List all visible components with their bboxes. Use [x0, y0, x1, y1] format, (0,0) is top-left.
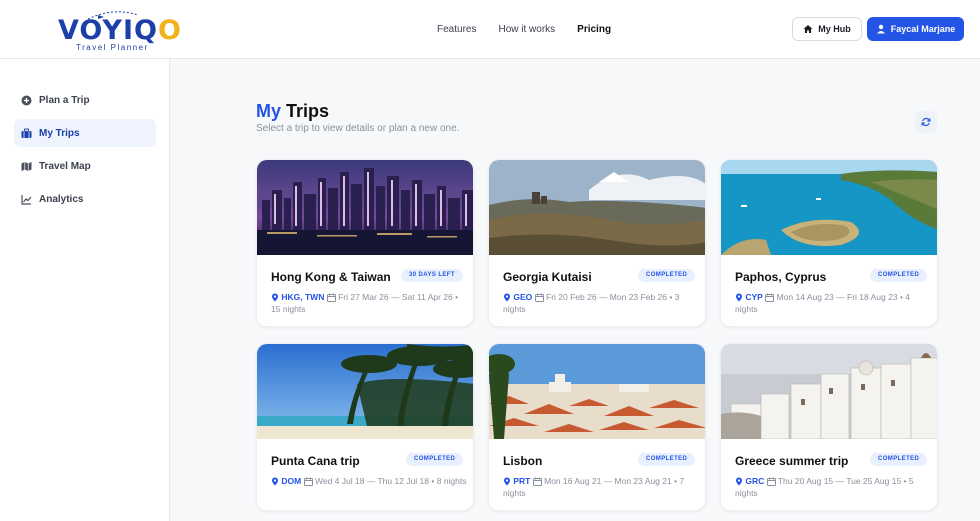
trip-card[interactable]: Lisbon COMPLETED PRT Mon 16 Aug 21 — Mon…: [488, 343, 706, 511]
trip-name: Hong Kong & Taiwan: [271, 270, 391, 284]
trip-dates: Fri 27 Mar 26 — Sat 11 Apr 26: [338, 292, 453, 302]
trip-name: Lisbon: [503, 454, 543, 468]
location-pin-icon: [504, 477, 510, 486]
trip-nights: nights: [503, 488, 526, 498]
trip-card[interactable]: Greece summer trip COMPLETED GRC Thu 20 …: [720, 343, 938, 511]
calendar-icon: [534, 293, 544, 302]
trip-meta: PRT Mon 16 Aug 21 — Mon 23 Aug 21 • 7 ni…: [503, 475, 699, 499]
top-nav: Features How it works Pricing: [437, 0, 633, 59]
my-hub-button[interactable]: My Hub: [792, 17, 862, 41]
trip-nights: nights: [503, 304, 526, 314]
nav-how-it-works[interactable]: How it works: [498, 24, 555, 35]
sidebar-item-my-trips[interactable]: My Trips: [14, 119, 156, 147]
trip-country-code: GRC: [745, 476, 765, 486]
trip-nights: nights: [735, 488, 758, 498]
location-pin-icon: [736, 477, 742, 486]
location-pin-icon: [504, 293, 510, 302]
page-title: My Trips: [256, 101, 330, 121]
trip-dates: Thu 20 Aug 15 — Tue 25 Aug 15 • 5: [777, 476, 914, 486]
calendar-icon: [303, 477, 313, 486]
calendar-icon: [765, 293, 775, 302]
sidebar-item-plan-trip[interactable]: Plan a Trip: [14, 86, 156, 114]
calendar-icon: [766, 477, 776, 486]
trip-card[interactable]: Paphos, Cyprus COMPLETED CYP Mon 14 Aug …: [720, 159, 938, 327]
trip-name: Georgia Kutaisi: [503, 270, 592, 284]
trip-name: Paphos, Cyprus: [735, 270, 827, 284]
page-subtitle: Select a trip to view details or plan a …: [256, 123, 460, 134]
brand-name-o: O: [157, 15, 182, 46]
brand-tagline: Travel Planner: [76, 43, 149, 52]
calendar-icon: [326, 293, 336, 302]
trip-card[interactable]: Punta Cana trip COMPLETED DOM Wed 4 Jul …: [256, 343, 474, 511]
brand-name: VOYIQ: [58, 15, 158, 46]
trip-meta: HKG, TWN Fri 27 Mar 26 — Sat 11 Apr 26 •…: [271, 291, 467, 315]
trip-meta: GRC Thu 20 Aug 15 — Tue 25 Aug 15 • 5 ni…: [735, 475, 931, 499]
trip-meta: CYP Mon 14 Aug 23 — Fri 18 Aug 23 • 4 ni…: [735, 291, 931, 315]
trip-card[interactable]: Hong Kong & Taiwan 30 DAYS LEFT HKG, TWN…: [256, 159, 474, 327]
sidebar-item-analytics[interactable]: Analytics: [14, 185, 156, 213]
map-icon: [21, 161, 32, 171]
trip-meta: DOM Wed 4 Jul 18 — Thu 12 Jul 18 • 8 nig…: [271, 475, 467, 487]
location-pin-icon: [272, 293, 278, 302]
plus-circle-icon: [21, 95, 32, 105]
top-bar: VOYIQO Travel Planner Features How it wo…: [0, 0, 980, 59]
trip-image-city-night: [257, 160, 473, 255]
main-content: My Trips Select a trip to view details o…: [171, 59, 980, 521]
trip-image-red-roof-city: [489, 344, 705, 439]
trip-country-code: HKG, TWN: [281, 292, 325, 302]
trip-image-coastal-bay: [721, 160, 937, 255]
trip-dates: Mon 16 Aug 21 — Mon 23 Aug 21 • 7: [544, 476, 685, 486]
trip-card[interactable]: Georgia Kutaisi COMPLETED GEO Fri 20 Feb…: [488, 159, 706, 327]
home-icon: [803, 25, 813, 33]
trip-meta: GEO Fri 20 Feb 26 — Mon 23 Feb 26 • 3 ni…: [503, 291, 699, 315]
refresh-icon: [921, 117, 931, 127]
trip-status-badge: COMPLETED: [870, 453, 928, 466]
trip-dates: Wed 4 Jul 18 — Thu 12 Jul 18 • 8: [314, 476, 442, 486]
trip-country-code: PRT: [513, 476, 531, 486]
location-pin-icon: [272, 477, 278, 486]
nav-features[interactable]: Features: [437, 24, 476, 35]
trip-dates: Mon 14 Aug 23 — Fri 18 Aug 23 • 4: [776, 292, 911, 302]
trip-status-badge: COMPLETED: [406, 453, 464, 466]
user-icon: [876, 24, 885, 34]
trip-status-badge: COMPLETED: [638, 269, 696, 282]
trip-country-code: DOM: [281, 476, 302, 486]
trip-nights: nights: [443, 476, 467, 486]
sidebar-item-travel-map[interactable]: Travel Map: [14, 152, 156, 180]
sidebar: Plan a Trip My Trips Travel Map Analytic…: [0, 59, 170, 521]
chart-line-icon: [21, 194, 32, 205]
trip-status-badge: 30 DAYS LEFT: [401, 269, 463, 282]
trip-country-code: CYP: [745, 292, 763, 302]
trip-dates: Fri 20 Feb 26 — Mon 23 Feb 26 • 3: [546, 292, 680, 302]
trip-image-palm-beach: [257, 344, 473, 439]
trip-name: Punta Cana trip: [271, 454, 360, 468]
brand-logo[interactable]: VOYIQO Travel Planner: [58, 9, 181, 53]
trip-name: Greece summer trip: [735, 454, 849, 468]
trip-image-mountain: [489, 160, 705, 255]
suitcase-icon: [21, 128, 32, 138]
trip-status-badge: COMPLETED: [638, 453, 696, 466]
trip-country-code: GEO: [513, 292, 533, 302]
trip-nights: nights: [735, 304, 758, 314]
refresh-button[interactable]: [915, 111, 937, 133]
trip-status-badge: COMPLETED: [870, 269, 928, 282]
calendar-icon: [532, 477, 542, 486]
trip-image-white-village: [721, 344, 937, 439]
nav-pricing[interactable]: Pricing: [577, 24, 611, 35]
location-pin-icon: [736, 293, 742, 302]
user-account-button[interactable]: Faycal Marjane: [867, 17, 964, 41]
